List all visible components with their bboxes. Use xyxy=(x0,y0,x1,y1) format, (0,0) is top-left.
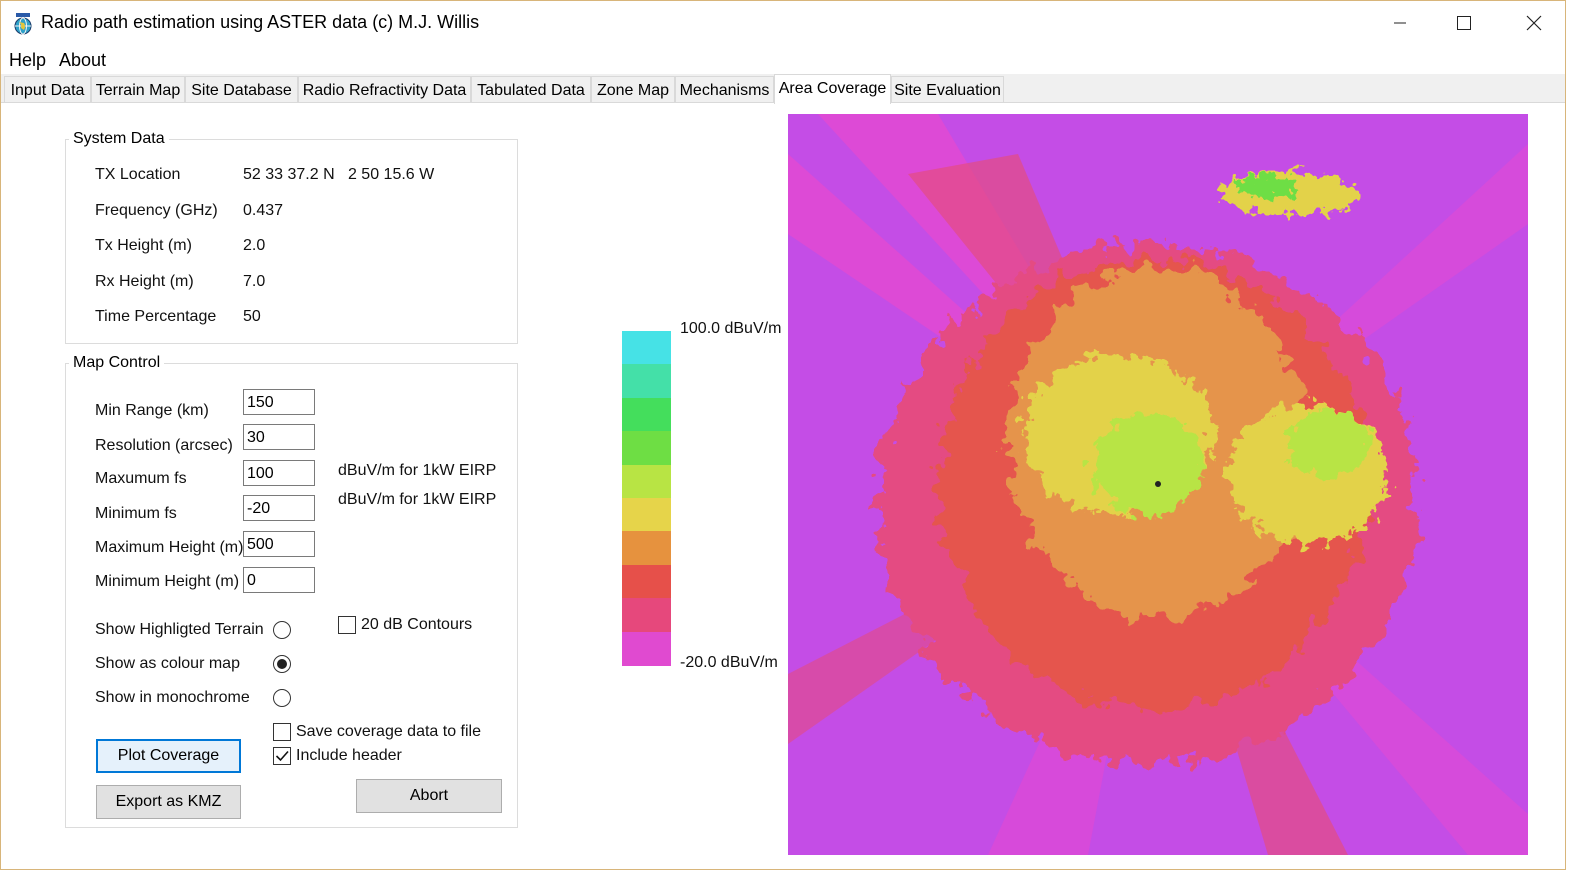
tx-location-label: TX Location xyxy=(95,166,181,183)
include-header-label: Include header xyxy=(296,747,402,764)
time-percentage-value: 50 xyxy=(243,308,261,325)
tx-height-label: Tx Height (m) xyxy=(95,237,192,254)
frequency-label: Frequency (GHz) xyxy=(95,202,218,219)
globe-app-icon xyxy=(14,13,32,35)
menu-about[interactable]: About xyxy=(59,50,106,71)
coverage-map-image xyxy=(788,114,1528,855)
show-colour-map-label: Show as colour map xyxy=(95,655,240,672)
minimize-icon xyxy=(1394,22,1406,24)
tab-site-database[interactable]: Site Database xyxy=(185,76,298,102)
save-coverage-label: Save coverage data to file xyxy=(296,723,482,740)
plot-coverage-button[interactable]: Plot Coverage xyxy=(96,739,241,773)
legend-swatch xyxy=(622,331,671,365)
minimum-fs-label: Minimum fs xyxy=(95,505,177,522)
legend-min-label: -20.0 dBuV/m xyxy=(680,654,778,671)
tab-terrain-map[interactable]: Terrain Map xyxy=(91,76,185,102)
contours-checkbox[interactable] xyxy=(338,616,356,634)
system-data-label: System Data xyxy=(69,130,169,148)
maximum-height-label: Maximum Height (m) xyxy=(95,539,244,556)
legend-swatch xyxy=(622,498,671,532)
maximum-fs-unit: dBuV/m for 1kW EIRP xyxy=(338,462,497,479)
export-kmz-button[interactable]: Export as KMZ xyxy=(96,785,241,819)
save-coverage-checkbox[interactable] xyxy=(273,723,291,741)
app-window: Radio path estimation using ASTER data (… xyxy=(0,0,1566,870)
tx-height-value: 2.0 xyxy=(243,237,266,254)
rx-height-value: 7.0 xyxy=(243,273,266,290)
legend-max-label: 100.0 dBuV/m xyxy=(680,320,782,337)
minimum-fs-input[interactable] xyxy=(243,495,315,521)
maximum-fs-label: Maxumum fs xyxy=(95,470,187,487)
tab-strip: Input Data Terrain Map Site Database Rad… xyxy=(1,74,1565,104)
close-button[interactable] xyxy=(1511,1,1557,45)
legend-swatch xyxy=(622,564,671,599)
min-range-label: Min Range (km) xyxy=(95,402,209,419)
coverage-map[interactable] xyxy=(788,114,1528,855)
include-header-checkbox[interactable] xyxy=(273,747,291,765)
map-control-label: Map Control xyxy=(69,354,165,372)
tab-tabulated-data[interactable]: Tabulated Data xyxy=(471,76,591,102)
min-range-input[interactable] xyxy=(243,389,315,415)
title-bar: Radio path estimation using ASTER data (… xyxy=(1,1,1565,45)
tab-input-data[interactable]: Input Data xyxy=(4,76,91,102)
show-highlighted-terrain-label: Show Highligted Terrain xyxy=(95,621,264,638)
show-highlighted-terrain-radio[interactable] xyxy=(273,621,291,639)
legend-swatch xyxy=(622,431,671,466)
legend-swatch xyxy=(622,364,671,399)
rx-height-label: Rx Height (m) xyxy=(95,273,194,290)
minimize-button[interactable] xyxy=(1377,1,1423,45)
maximize-icon xyxy=(1457,16,1471,30)
abort-button[interactable]: Abort xyxy=(356,779,502,813)
legend-swatch xyxy=(622,631,671,666)
legend-swatch xyxy=(622,531,671,566)
tab-area-coverage[interactable]: Area Coverage xyxy=(774,74,891,104)
radio-selected-dot xyxy=(277,659,287,669)
contours-label: 20 dB Contours xyxy=(361,616,473,633)
tab-zone-map[interactable]: Zone Map xyxy=(591,76,675,102)
time-percentage-label: Time Percentage xyxy=(95,308,217,325)
resolution-input[interactable] xyxy=(243,424,315,450)
show-monochrome-radio[interactable] xyxy=(273,689,291,707)
tab-radio-refractivity[interactable]: Radio Refractivity Data xyxy=(298,76,471,102)
maximize-button[interactable] xyxy=(1441,1,1487,45)
window-title: Radio path estimation using ASTER data (… xyxy=(41,12,480,32)
show-monochrome-label: Show in monochrome xyxy=(95,689,250,706)
legend-swatch xyxy=(622,397,671,432)
menu-bar: Help About xyxy=(1,47,1565,73)
tab-site-evaluation[interactable]: Site Evaluation xyxy=(891,76,1004,102)
minimum-height-input[interactable] xyxy=(243,567,315,593)
minimum-fs-unit: dBuV/m for 1kW EIRP xyxy=(338,491,497,508)
frequency-value: 0.437 xyxy=(243,202,284,219)
maximum-fs-input[interactable] xyxy=(243,460,315,486)
tab-mechanisms[interactable]: Mechanisms xyxy=(675,76,774,102)
tx-location-value: 52 33 37.2 N 2 50 15.6 W xyxy=(243,166,435,183)
resolution-label: Resolution (arcsec) xyxy=(95,437,233,454)
maximum-height-input[interactable] xyxy=(243,531,315,557)
menu-help[interactable]: Help xyxy=(9,50,46,71)
close-icon xyxy=(1526,15,1542,31)
minimum-height-label: Minimum Height (m) xyxy=(95,573,240,590)
checkmark-icon xyxy=(275,750,289,762)
legend-swatch xyxy=(622,464,671,499)
show-colour-map-radio[interactable] xyxy=(273,655,291,673)
transmitter-marker xyxy=(1155,481,1161,487)
legend-swatch xyxy=(622,598,671,633)
